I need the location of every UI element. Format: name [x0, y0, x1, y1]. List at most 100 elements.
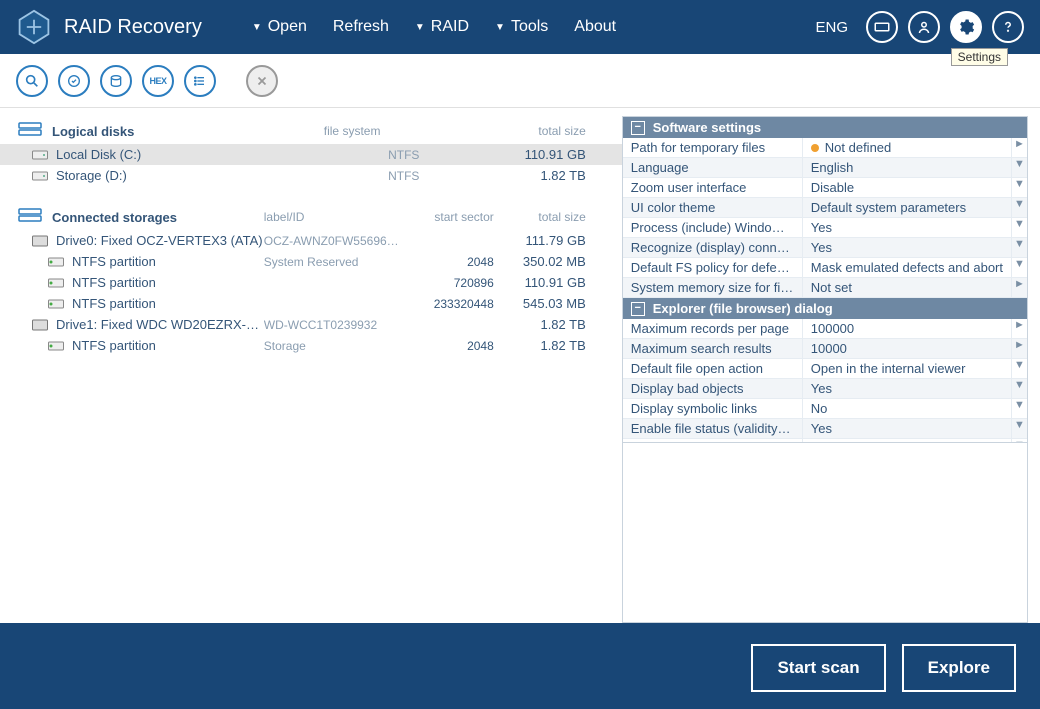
keyboard-icon-button[interactable]	[866, 11, 898, 43]
menu-open-label: Open	[268, 18, 307, 36]
dropdown-icon[interactable]: ▼	[1011, 258, 1027, 277]
partition-icon	[48, 298, 64, 310]
dropdown-icon[interactable]: ▼	[1011, 379, 1027, 398]
caret-icon: ▼	[252, 22, 262, 33]
drive-row[interactable]: Drive0: Fixed OCZ-VERTEX3 (ATA) OCZ-AWNZ…	[0, 230, 622, 251]
settings-panel: −Software settings Path for temporary fi…	[622, 116, 1028, 443]
search-tool-icon[interactable]	[16, 65, 48, 97]
content-area: Logical disks file system total size Loc…	[0, 108, 1040, 623]
setting-value: 10000	[803, 339, 1011, 358]
dropdown-icon[interactable]: ▼	[1011, 419, 1027, 438]
part-name: NTFS partition	[72, 338, 264, 353]
menu-items: ▼ Open Refresh ▼ RAID ▼ Tools About	[242, 14, 626, 40]
logical-disks-title: Logical disks	[52, 124, 324, 139]
drive-name: Drive1: Fixed WDC WD20EZRX-00DC0...	[56, 317, 264, 332]
menu-about[interactable]: About	[564, 14, 626, 40]
collapse-icon[interactable]: −	[631, 302, 645, 316]
settings-group-explorer[interactable]: −Explorer (file browser) dialog	[623, 298, 1027, 319]
dropdown-icon[interactable]: ▼	[1011, 399, 1027, 418]
setting-value: No	[803, 399, 1011, 418]
disk-size: 110.91 GB	[484, 147, 604, 162]
dropdown-icon[interactable]: ▼	[1011, 439, 1027, 443]
explore-button[interactable]: Explore	[902, 644, 1016, 692]
logical-disks-header: Logical disks file system total size	[0, 118, 622, 144]
setting-key: Path for temporary files	[623, 138, 803, 157]
setting-value: Default system parameters	[803, 198, 1011, 217]
menu-tools[interactable]: ▼ Tools	[485, 14, 558, 40]
language-selector[interactable]: ENG	[815, 19, 848, 36]
logical-disk-row[interactable]: Local Disk (C:) NTFS 110.91 GB	[0, 144, 622, 165]
settings-row[interactable]: Display bad objectsYes▼	[623, 379, 1027, 399]
setting-key: Display symbolic links	[623, 399, 803, 418]
col-filesystem: file system	[324, 124, 484, 138]
dropdown-icon[interactable]: ▼	[1011, 218, 1027, 237]
dropdown-icon[interactable]: ▼	[1011, 158, 1027, 177]
expand-icon[interactable]: ►	[1011, 278, 1027, 297]
setting-value: Yes	[803, 218, 1011, 237]
start-scan-button[interactable]: Start scan	[751, 644, 885, 692]
decrypt-tool-icon[interactable]	[58, 65, 90, 97]
part-sector: 233320448	[404, 297, 494, 311]
actionbar: Start scan Explore	[0, 623, 1040, 709]
dropdown-icon[interactable]: ▼	[1011, 359, 1027, 378]
logical-disk-row[interactable]: Storage (D:) NTFS 1.82 TB	[0, 165, 622, 186]
hex-tool-button[interactable]: HEX	[142, 65, 174, 97]
drive-label: WD-WCC1T0239932	[264, 318, 404, 332]
expand-icon[interactable]: ►	[1011, 138, 1027, 157]
expand-icon[interactable]: ►	[1011, 339, 1027, 358]
part-sector: 720896	[404, 276, 494, 290]
settings-icon-button[interactable]	[950, 11, 982, 43]
setting-value: English	[803, 158, 1011, 177]
partition-row[interactable]: NTFS partition 720896 110.91 GB	[0, 272, 622, 293]
settings-row[interactable]: Default FS policy for defective blo...Ma…	[623, 258, 1027, 278]
app-logo-icon	[16, 9, 52, 45]
setting-key: Process (include) Windows logical ...	[623, 218, 803, 237]
setting-value: Not defined	[803, 138, 1011, 157]
settings-row[interactable]: Zoom user interfaceDisable▼	[623, 178, 1027, 198]
menu-tools-label: Tools	[511, 18, 548, 36]
menubar: RAID Recovery ▼Open Refresh ▼RAID ▼Tools…	[0, 0, 1040, 54]
drive-icon	[32, 319, 48, 331]
setting-key: Default FS policy for defective blo...	[623, 258, 803, 277]
partition-row[interactable]: NTFS partition Storage 2048 1.82 TB	[0, 335, 622, 356]
drive-row[interactable]: Drive1: Fixed WDC WD20EZRX-00DC0... WD-W…	[0, 314, 622, 335]
settings-row[interactable]: Display symbolic linksNo▼	[623, 399, 1027, 419]
list-tool-icon[interactable]	[184, 65, 216, 97]
disk-name: Storage (D:)	[56, 168, 324, 183]
settings-row[interactable]: Default file open actionOpen in the inte…	[623, 359, 1027, 379]
help-icon-button[interactable]	[992, 11, 1024, 43]
caret-icon: ▼	[495, 22, 505, 33]
settings-row[interactable]: Maximum search results10000►	[623, 339, 1027, 359]
setting-value: Mask emulated defects and abort	[803, 258, 1011, 277]
settings-row[interactable]: LanguageEnglish▼	[623, 158, 1027, 178]
col-totalsize: total size	[484, 124, 604, 138]
menu-open[interactable]: ▼ Open	[242, 14, 317, 40]
disk-size: 1.82 TB	[484, 168, 604, 183]
menu-refresh[interactable]: Refresh	[323, 14, 399, 40]
partition-row[interactable]: NTFS partition 233320448 545.03 MB	[0, 293, 622, 314]
connected-storages-header: Connected storages label/ID start sector…	[0, 204, 622, 230]
menu-raid[interactable]: ▼ RAID	[405, 14, 479, 40]
disk-tool-icon[interactable]	[100, 65, 132, 97]
collapse-icon[interactable]: −	[631, 121, 645, 135]
settings-row[interactable]: UI color themeDefault system parameters▼	[623, 198, 1027, 218]
partition-icon	[48, 340, 64, 352]
settings-row[interactable]: Maximum records per page100000►	[623, 319, 1027, 339]
menu-raid-label: RAID	[431, 18, 469, 36]
partition-row[interactable]: NTFS partition System Reserved 2048 350.…	[0, 251, 622, 272]
expand-icon[interactable]: ►	[1011, 319, 1027, 338]
caret-icon: ▼	[415, 22, 425, 33]
settings-row[interactable]: System memory size for file cache...Not …	[623, 278, 1027, 298]
setting-value: 100000	[803, 319, 1011, 338]
close-tool-icon[interactable]	[246, 65, 278, 97]
user-icon-button[interactable]	[908, 11, 940, 43]
dropdown-icon[interactable]: ▼	[1011, 178, 1027, 197]
settings-row[interactable]: Recognize (display) connected me...Yes▼	[623, 238, 1027, 258]
settings-row[interactable]: Don't display folder metadata sizeYes▼	[623, 439, 1027, 443]
dropdown-icon[interactable]: ▼	[1011, 198, 1027, 217]
settings-row[interactable]: Path for temporary filesNot defined►	[623, 138, 1027, 158]
dropdown-icon[interactable]: ▼	[1011, 238, 1027, 257]
settings-row[interactable]: Process (include) Windows logical ...Yes…	[623, 218, 1027, 238]
settings-row[interactable]: Enable file status (validity) indicati..…	[623, 419, 1027, 439]
settings-group-software[interactable]: −Software settings	[623, 117, 1027, 138]
